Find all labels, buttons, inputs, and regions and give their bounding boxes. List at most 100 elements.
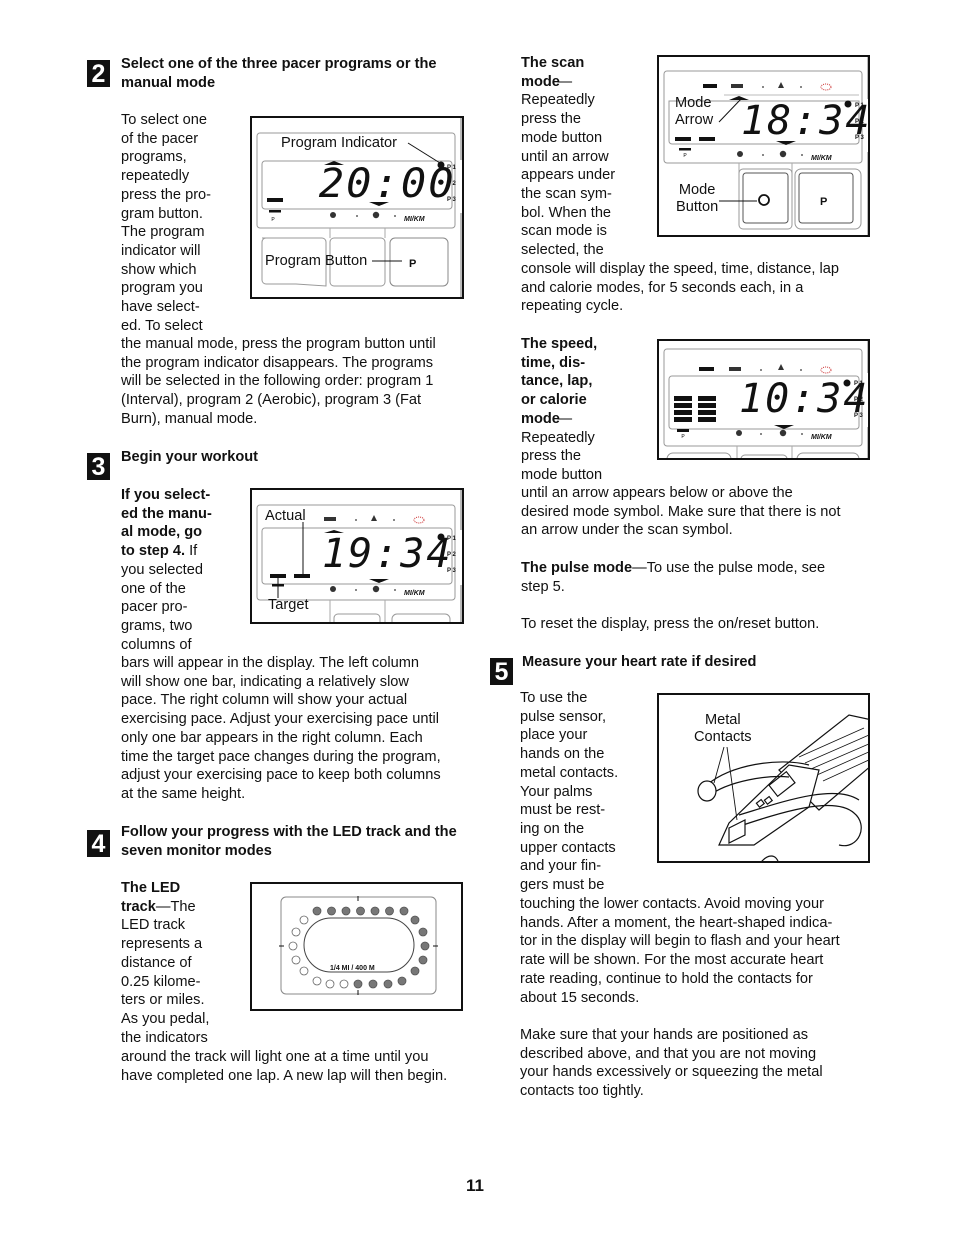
figure-program-console: P Program Indicator 20:00 P 1 P 2 P 3 MI… [250, 116, 464, 299]
led-indicator-lit [312, 906, 322, 916]
led-indicator-unlit [299, 915, 309, 925]
led-track-text-narrow: The LED track—The LED track represents a… [121, 879, 246, 1047]
led-indicator-unlit [291, 927, 301, 937]
led-track-text-wide: around the track will light one at a tim… [121, 1049, 448, 1084]
step-3-narrow-rest: If you selected one of the pacer pro- gr… [121, 543, 203, 653]
led-indicator-lit [420, 941, 430, 951]
led-track-narrow-rest: —The LED track represents a distance of … [121, 898, 210, 1046]
units-label: MI/KM [404, 590, 425, 597]
calorie-flame-icon [778, 82, 784, 88]
led-indicator-lit [370, 906, 380, 916]
program-button[interactable]: P [820, 193, 827, 212]
step-3-text-narrow: If you select- ed the manu- al mode, go … [121, 486, 246, 654]
program-label-p1: P 1 [447, 165, 456, 171]
step-3-heading: Begin your workout [121, 449, 259, 465]
program-label-p2: P 2 [447, 181, 456, 187]
program-label-p1: P 1 [854, 381, 863, 387]
mode-arrow-down-icon [369, 579, 389, 583]
svg-text:P: P [681, 434, 685, 440]
lcd-time-display: 10:34 [739, 376, 870, 422]
program-label-p3: P 3 [854, 413, 863, 419]
lcd-time-display: 18:34 [741, 98, 870, 144]
track-distance-label: 1/4 MI / 400 M [330, 965, 375, 972]
clock-icon [779, 429, 787, 437]
led-indicator-lit [418, 955, 428, 965]
calorie-flame-icon [371, 515, 377, 521]
svg-text:P: P [683, 153, 687, 159]
program-button[interactable]: P [409, 255, 416, 274]
metal-contact-upper-left [697, 780, 717, 802]
program-label-p1: P 1 [855, 103, 864, 109]
mode-arrow-down-icon [774, 425, 794, 429]
heart-icon [736, 430, 742, 436]
speed-icon [729, 367, 741, 371]
program-label-p2: P 2 [855, 119, 864, 125]
led-indicator-lit [356, 906, 365, 916]
heart-icon [330, 212, 336, 218]
figure-pulse-sensor: Metal Contacts [657, 693, 870, 863]
led-indicator-unlit [325, 979, 335, 989]
program-label-p3: P 3 [447, 197, 456, 203]
program-button-label: Program Button [265, 253, 368, 269]
step-5-text-narrow: To use the pulse sensor, place your hand… [520, 690, 619, 894]
program-label-p2: P 2 [447, 552, 456, 558]
pulse-mode-title: The pulse mode [521, 560, 633, 576]
lcd-time-display: 20:00 [318, 161, 456, 207]
mode-arrow-label: Mode Arrow [675, 95, 714, 128]
modes-text-wide: until an arrow appears below or above th… [521, 485, 841, 539]
led-indicator-lit [418, 927, 428, 937]
pace-bars-right [698, 396, 716, 422]
program-label-p3: P 3 [447, 568, 456, 574]
figure-modes-console: P 10:34 P 1 P 2 P 3 MI/KM [657, 339, 870, 460]
step-3-text-wide: bars will appear in the display. The lef… [121, 655, 441, 802]
modes-narrow-rest: — Repeatedly press the mode button [521, 410, 603, 483]
led-indicator-lit [385, 906, 394, 916]
led-indicator-unlit [288, 941, 298, 951]
led-indicator-lit [410, 966, 420, 976]
step-2-heading: Select one of the three pacer programs o… [121, 56, 437, 91]
led-indicator-unlit [339, 979, 349, 989]
step-number-4: 4 [87, 830, 110, 858]
figure-pace-console: Actual 19:34 P 1 P 2 P 3 MI/KM Target [250, 488, 464, 624]
actual-bar [294, 574, 310, 578]
led-indicator-lit [353, 979, 363, 989]
step-5-text-wide: touching the lower contacts. Avoid movin… [520, 896, 840, 1006]
mode-button[interactable] [761, 184, 781, 214]
mode-button-label: Mode Button [676, 182, 719, 215]
led-indicator-lit [410, 915, 420, 925]
led-indicator-lit [341, 906, 351, 916]
step-3-bold-lead: If you select- ed the manu- al mode, go … [121, 487, 212, 560]
reset-text: To reset the display, press the on/reset… [521, 616, 820, 632]
step-2-text-wide: the manual mode, press the program butto… [121, 336, 436, 427]
lcd-time-display: 19:34 [322, 531, 453, 577]
program-labels: P 1 P 2 P 3 [447, 531, 457, 579]
units-label: MI/KM [811, 434, 832, 441]
heart-icon [737, 151, 743, 157]
heart-icon [330, 586, 336, 592]
units-label: MI/KM [404, 216, 425, 223]
clock-icon [779, 150, 787, 158]
led-indicator-unlit [312, 976, 322, 986]
led-indicator-lit [327, 906, 336, 916]
scan-icon [413, 516, 425, 524]
step-number-2: 2 [87, 60, 110, 88]
calorie-flame-icon [778, 364, 784, 370]
scan-mode-text-narrow: The scan mode— Repeatedly press the mode… [521, 54, 651, 260]
program-labels: P 1 P 2 P 3 [447, 160, 457, 208]
led-indicator-lit [397, 976, 407, 986]
led-indicator-lit [399, 906, 409, 916]
step-number-3: 3 [87, 453, 110, 481]
program-labels: P 1 P 2 P 3 [855, 98, 865, 146]
led-indicator-unlit [299, 966, 309, 976]
figure-scan-console: P Mode Arrow 18:34 P 1 P 2 P 3 MI/KM Mod… [657, 55, 870, 237]
figure-led-track: 1/4 MI / 400 M [250, 882, 463, 1011]
svg-text:P: P [271, 217, 275, 223]
pace-bars-left [674, 396, 692, 422]
actual-label: Actual [265, 508, 306, 524]
step-5-text-final: Make sure that your hands are positioned… [520, 1027, 823, 1100]
step-number-5: 5 [490, 658, 513, 686]
scan-icon [820, 83, 832, 91]
clock-icon [372, 585, 380, 593]
speed-icon [731, 84, 743, 88]
scan-mode-text-wide: console will display the speed, time, di… [521, 261, 839, 315]
